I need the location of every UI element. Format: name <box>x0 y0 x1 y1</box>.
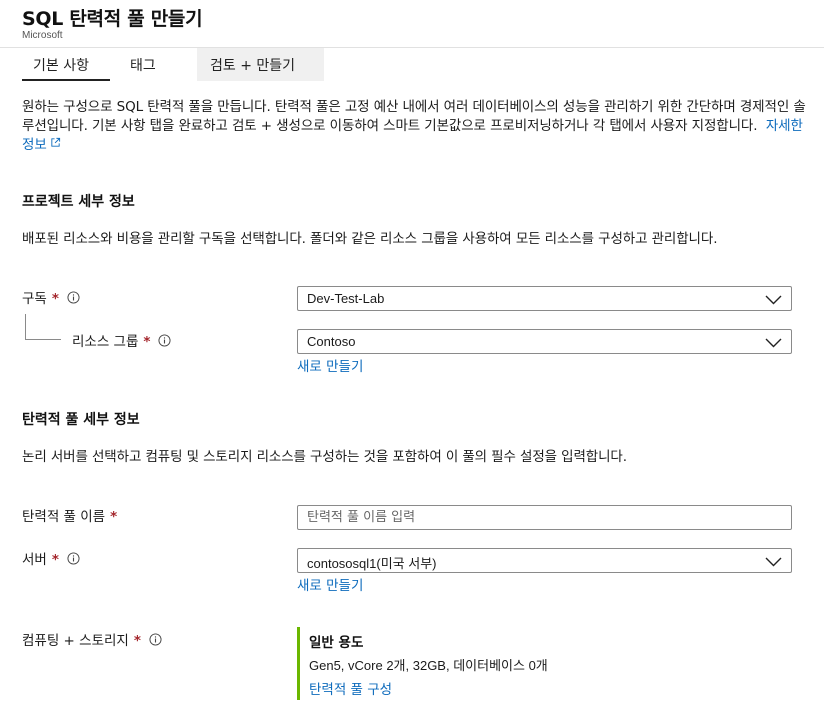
required-marker: * <box>51 552 59 568</box>
configure-pool-link[interactable]: 탄력적 풀 구성 <box>309 678 392 698</box>
subscription-label: 구독 * <box>22 287 80 307</box>
compute-storage-label-text: 컴퓨팅 + 스토리지 <box>22 633 129 649</box>
chevron-down-icon <box>765 557 782 567</box>
intro-description: 원하는 구성으로 SQL 탄력적 풀을 만듭니다. 탄력적 풀은 고정 예산 내… <box>22 98 812 155</box>
tree-connector-line <box>25 314 61 340</box>
resource-group-label: 리소스 그룹 * <box>72 330 172 350</box>
subscription-select[interactable]: Dev-Test-Lab <box>297 286 792 311</box>
info-icon[interactable] <box>67 552 80 565</box>
chevron-down-icon <box>765 338 782 348</box>
compute-storage-label: 컴퓨팅 + 스토리지 * <box>22 629 162 649</box>
create-new-resource-group-link[interactable]: 새로 만들기 <box>297 355 363 375</box>
compute-detail: Gen5, vCore 2개, 32GB, 데이터베이스 0개 <box>309 658 548 673</box>
compute-tier: 일반 용도 <box>309 635 364 651</box>
info-icon[interactable] <box>158 334 172 347</box>
subscription-label-text: 구독 <box>22 291 47 307</box>
required-marker: * <box>133 633 141 649</box>
chevron-down-icon <box>765 295 782 305</box>
tab-basics[interactable]: 기본 사항 <box>33 55 89 75</box>
pool-name-label: 탄력적 풀 이름 * <box>22 505 117 525</box>
project-description: 배포된 리소스와 비용을 관리할 구독을 선택합니다. 폴더와 같은 리소스 그… <box>22 231 718 247</box>
page-title: SQL 탄력적 풀 만들기 <box>22 8 203 30</box>
info-icon[interactable] <box>67 291 80 304</box>
server-label: 서버 * <box>22 548 80 568</box>
create-new-server-link[interactable]: 새로 만들기 <box>297 574 363 594</box>
project-details-heading: 프로젝트 세부 정보 <box>22 194 135 210</box>
pool-description: 논리 서버를 선택하고 컴퓨팅 및 스토리지 리소스를 구성하는 것을 포함하여… <box>22 449 627 465</box>
server-value: contososql1(미국 서부) <box>307 556 437 571</box>
subscription-value: Dev-Test-Lab <box>307 291 385 306</box>
resource-group-value: Contoso <box>307 334 356 349</box>
required-marker: * <box>143 334 151 350</box>
pool-name-input-wrapper[interactable] <box>297 505 792 530</box>
resource-group-label-text: 리소스 그룹 <box>72 334 139 350</box>
intro-text: 원하는 구성으로 SQL 탄력적 풀을 만듭니다. 탄력적 풀은 고정 예산 내… <box>22 99 806 134</box>
server-select[interactable]: contososql1(미국 서부) <box>297 548 792 573</box>
pool-details-heading: 탄력적 풀 세부 정보 <box>22 412 140 428</box>
pool-name-label-text: 탄력적 풀 이름 <box>22 509 106 525</box>
tab-review-create[interactable]: 검토 + 만들기 <box>210 55 295 75</box>
server-label-text: 서버 <box>22 552 47 568</box>
active-tab-indicator <box>22 79 110 81</box>
tab-bar-divider <box>0 47 824 48</box>
required-marker: * <box>51 291 59 307</box>
external-link-icon <box>51 137 60 147</box>
resource-group-select[interactable]: Contoso <box>297 329 792 354</box>
required-marker: * <box>110 509 118 525</box>
publisher-label: Microsoft <box>22 30 63 41</box>
tab-tags[interactable]: 태그 <box>130 55 156 75</box>
compute-summary: 일반 용도 Gen5, vCore 2개, 32GB, 데이터베이스 0개 탄력… <box>297 627 627 700</box>
info-icon[interactable] <box>149 633 162 646</box>
pool-name-input[interactable] <box>298 506 791 529</box>
